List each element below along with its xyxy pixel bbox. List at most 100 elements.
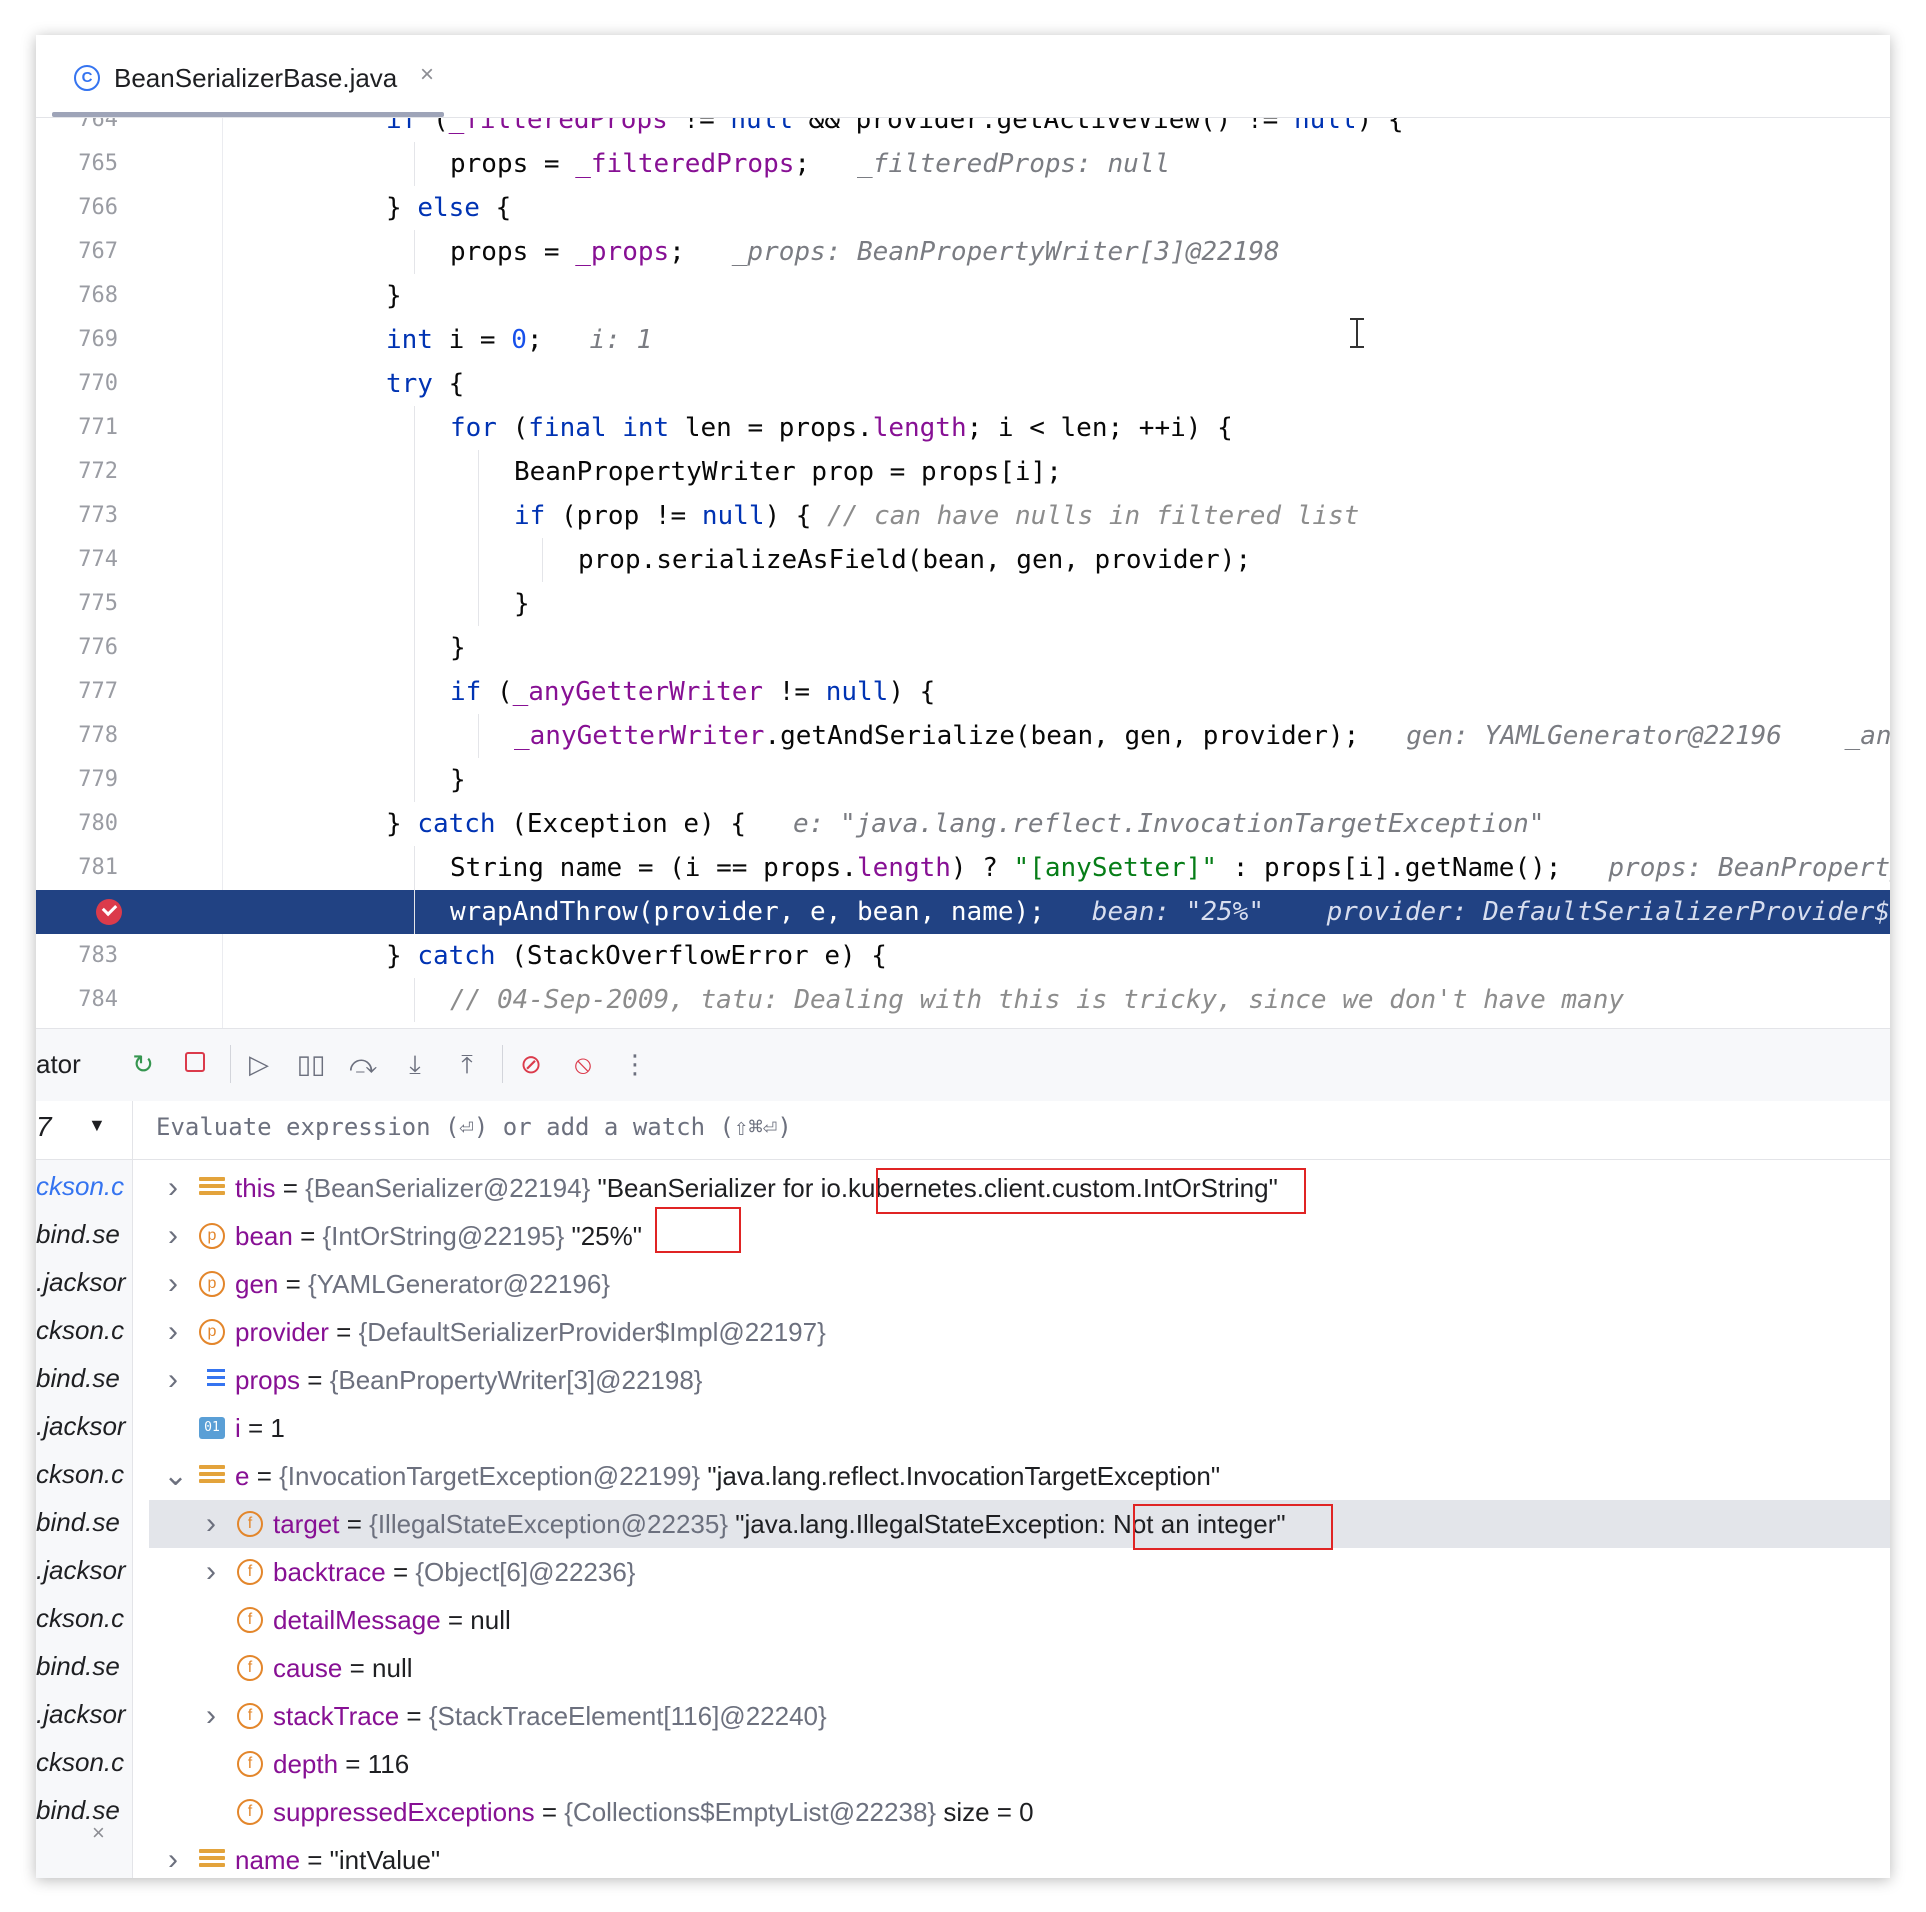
frames-dropdown[interactable]: 7 ▼ <box>36 1101 133 1159</box>
variable-row-target[interactable]: › f target = {IllegalStateException@22235}… <box>149 1500 1890 1548</box>
stack-frame-item[interactable]: ckson.c <box>36 1162 132 1210</box>
stack-frame-item[interactable]: ckson.c <box>36 1306 132 1354</box>
stack-frame-item[interactable]: ckson.c <box>36 1594 132 1642</box>
code-line[interactable]: 774 prop.serializeAsField(bean, gen, prov… <box>36 538 1890 582</box>
line-number: 766 <box>78 195 118 220</box>
debug-panel-title: ator <box>36 1049 81 1079</box>
code-line[interactable]: 775} <box>36 582 1890 626</box>
field-icon: f <box>237 1751 263 1777</box>
indent-guide <box>542 538 543 582</box>
code-line[interactable]: 770 try { <box>36 362 1890 406</box>
chevron-right-icon[interactable]: › <box>201 1500 221 1548</box>
line-number: 776 <box>78 635 118 660</box>
variable-row-bean[interactable]: › p bean = {IntOrString@22195} "25%" <box>133 1212 1890 1260</box>
editor-tab[interactable]: C BeanSerializerBase.java × <box>44 35 444 117</box>
stack-frame-item[interactable]: bind.se <box>36 1642 132 1690</box>
code-line[interactable]: 768} <box>36 274 1890 318</box>
code-line[interactable]: 765 props = _filteredProps; _filteredProp… <box>36 142 1890 186</box>
evaluate-expression-input[interactable]: Evaluate expression (⏎) or add a watch (… <box>156 1113 792 1141</box>
stack-frame-item[interactable]: .jacksor <box>36 1690 132 1738</box>
code-text: for (final int len = props.length; i < l… <box>450 413 1233 443</box>
indent-guide <box>478 538 479 582</box>
chevron-right-icon[interactable]: › <box>163 1164 183 1212</box>
step-into-icon[interactable]: ⤓ <box>398 1047 432 1081</box>
code-line[interactable]: 764 if (_filteredProps != null && provide… <box>36 118 1890 142</box>
code-line[interactable]: 773 if (prop != null) { // can have nulls… <box>36 494 1890 538</box>
code-line[interactable]: 779} <box>36 758 1890 802</box>
chevron-right-icon[interactable]: › <box>163 1260 183 1308</box>
code-text: } catch (Exception e) { e: "java.lang.re… <box>386 809 1545 839</box>
variable-text: provider = {DefaultSerializerProvider$Im… <box>235 1317 826 1347</box>
code-text: if (prop != null) { // can have nulls in… <box>514 501 1360 531</box>
code-line[interactable]: 769 int i = 0; i: 1 <box>36 318 1890 362</box>
variable-row-depth[interactable]: f depth = 116 <box>133 1740 1890 1788</box>
chevron-right-icon[interactable]: › <box>163 1308 183 1356</box>
stack-frame-item[interactable]: bind.se <box>36 1210 132 1258</box>
code-line[interactable]: 767 props = _props; _props: BeanPropertyW… <box>36 230 1890 274</box>
mute-breakpoints-icon[interactable]: ⦸ <box>566 1047 600 1081</box>
parameter-icon: p <box>199 1319 225 1345</box>
code-line[interactable]: 772 BeanPropertyWriter prop = props[i]; <box>36 450 1890 494</box>
indent-guide <box>478 494 479 538</box>
indent-guide <box>414 978 415 1022</box>
variable-row-stacktrace[interactable]: › f stackTrace = {StackTraceElement[116]@2… <box>133 1692 1890 1740</box>
code-line[interactable]: 783} catch (StackOverflowError e) { <box>36 934 1890 978</box>
code-line[interactable]: 766} else { <box>36 186 1890 230</box>
parameter-icon: p <box>199 1223 225 1249</box>
indent-guide <box>478 714 479 758</box>
field-icon: f <box>237 1559 263 1585</box>
variable-row-provider[interactable]: › p provider = {DefaultSerializerProvider$… <box>133 1308 1890 1356</box>
breakpoint-icon[interactable] <box>96 899 122 925</box>
field-icon: f <box>237 1655 263 1681</box>
code-line[interactable]: 784 // 04-Sep-2009, tatu: Dealing with th… <box>36 978 1890 1022</box>
stack-frame-item[interactable]: .jacksor <box>36 1402 132 1450</box>
code-line[interactable]: 778 _anyGetterWriter.getAndSerialize(bean… <box>36 714 1890 758</box>
chevron-right-icon[interactable]: › <box>163 1212 183 1260</box>
stack-frame-item[interactable]: bind.se <box>36 1354 132 1402</box>
chevron-right-icon[interactable]: › <box>201 1548 221 1596</box>
variable-row-backtrace[interactable]: › f backtrace = {Object[6]@22236} <box>133 1548 1890 1596</box>
stack-frame-item[interactable]: ckson.c <box>36 1450 132 1498</box>
chevron-right-icon[interactable]: › <box>163 1356 183 1404</box>
variable-row-props[interactable]: › props = {BeanPropertyWriter[3]@22198} <box>133 1356 1890 1404</box>
line-number: 781 <box>78 855 118 880</box>
stack-frame-item[interactable]: bind.se <box>36 1498 132 1546</box>
resume-icon[interactable]: ▷ <box>242 1047 276 1081</box>
variable-text: backtrace = {Object[6]@22236} <box>273 1557 636 1587</box>
variable-row-detailmessage[interactable]: f detailMessage = null <box>133 1596 1890 1644</box>
step-over-icon[interactable]: ⤼ <box>346 1047 380 1081</box>
stop-icon[interactable] <box>178 1047 212 1081</box>
rerun-icon[interactable]: ↻ <box>126 1047 160 1081</box>
variable-row-name[interactable]: › name = "intValue" <box>133 1836 1890 1878</box>
code-line[interactable]: 776} <box>36 626 1890 670</box>
chevron-right-icon[interactable]: › <box>163 1836 183 1878</box>
chevron-right-icon[interactable]: › <box>201 1692 221 1740</box>
stack-frame-item[interactable]: .jacksor <box>36 1546 132 1594</box>
view-breakpoints-icon[interactable]: ⊘ <box>514 1047 548 1081</box>
indent-guide <box>414 670 415 714</box>
pause-icon[interactable]: ▯▯ <box>294 1047 328 1081</box>
variable-row-gen[interactable]: › p gen = {YAMLGenerator@22196} <box>133 1260 1890 1308</box>
code-line[interactable]: 777 if (_anyGetterWriter != null) { <box>36 670 1890 714</box>
more-icon[interactable]: ⋮ <box>618 1047 652 1081</box>
variable-row-suppressedexceptions[interactable]: f suppressedExceptions = {Collections$Emp… <box>133 1788 1890 1836</box>
close-tab-icon[interactable]: × <box>420 61 434 89</box>
code-editor[interactable]: 764 if (_filteredProps != null && provide… <box>36 118 1890 1028</box>
execution-point-line[interactable]: wrapAndThrow(provider, e, bean, name); b… <box>36 890 1890 934</box>
code-line[interactable]: 780} catch (Exception e) { e: "java.lang… <box>36 802 1890 846</box>
field-icon: f <box>237 1607 263 1633</box>
variable-row-cause[interactable]: f cause = null <box>133 1644 1890 1692</box>
indent-guide <box>414 406 415 450</box>
stack-frame-item[interactable]: bind.se <box>36 1786 132 1834</box>
step-out-icon[interactable]: ⤒ <box>450 1047 484 1081</box>
close-icon[interactable]: × <box>92 1820 105 1846</box>
variable-row-e[interactable]: ⌄ e = {InvocationTargetException@22199} "… <box>133 1452 1890 1500</box>
code-text: props = _props; _props: BeanPropertyWrit… <box>450 237 1280 267</box>
variable-row-i[interactable]: 01 i = 1 <box>133 1404 1890 1452</box>
code-line[interactable]: 771 for (final int len = props.length; i … <box>36 406 1890 450</box>
stack-frame-item[interactable]: ckson.c <box>36 1738 132 1786</box>
variable-text: props = {BeanPropertyWriter[3]@22198} <box>235 1365 703 1395</box>
chevron-down-icon[interactable]: ⌄ <box>163 1452 188 1500</box>
stack-frame-item[interactable]: .jacksor <box>36 1258 132 1306</box>
code-line[interactable]: 781 String name = (i == props.length) ? "… <box>36 846 1890 890</box>
